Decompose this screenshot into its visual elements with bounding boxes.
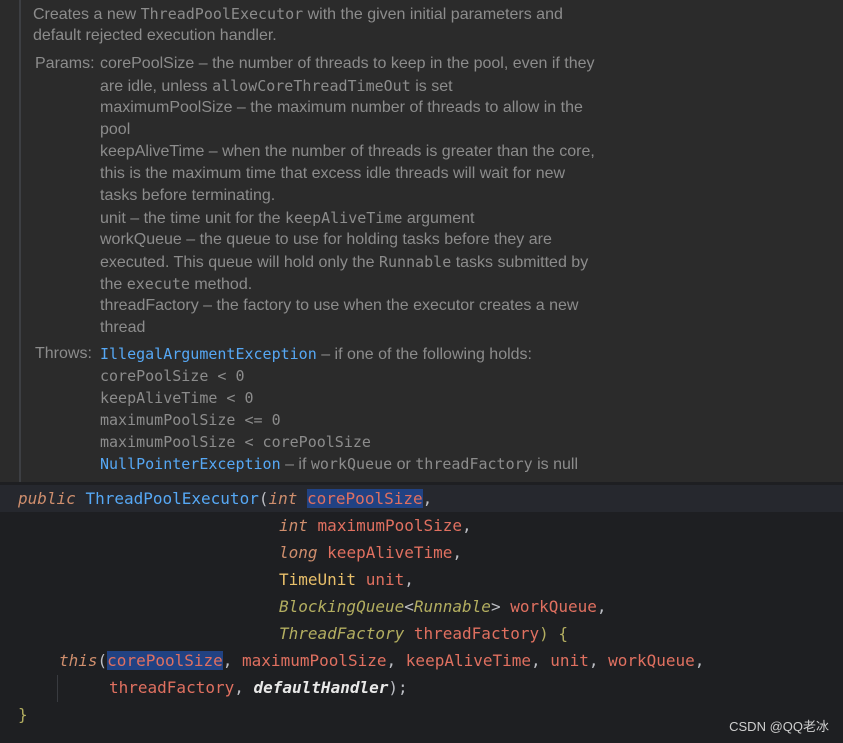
csdn-watermark: CSDN @QQ老冰 [729,719,829,734]
param-line: maximumPoolSize – the maximum number of … [100,99,583,116]
throws-line: NullPointerException – if workQueue or t… [100,455,579,473]
param-line: keepAliveTime – when the number of threa… [100,143,595,160]
throws-label: Throws: [35,345,92,362]
param-line: thread [100,319,146,336]
throws-line: IllegalArgumentException – if one of the… [100,345,532,363]
code-line-4[interactable]: TimeUnit unit, [279,566,414,593]
params-label: Params: [35,55,95,72]
param-line: tasks before terminating. [100,187,276,204]
param-line: are idle, unless allowCoreThreadTimeOut … [100,77,453,95]
doc-code-threadpoolexecutor: ThreadPoolExecutor [140,5,304,23]
code-line-2[interactable]: int maximumPoolSize, [279,512,472,539]
code-line-1[interactable]: public ThreadPoolExecutor(int corePoolSi… [0,485,843,512]
indent-guide [57,675,58,702]
javadoc-popup: Creates a new ThreadPoolExecutor with th… [0,0,843,482]
code-line-5[interactable]: BlockingQueue<Runnable> workQueue, [279,593,607,620]
highlighted-param: corePoolSize [107,651,223,670]
doc-intro-line-2: default rejected execution handler. [33,27,277,44]
params-list: corePoolSize – the number of threads to … [100,53,660,339]
doc-intro-line-1: Creates a new ThreadPoolExecutor with th… [33,5,563,23]
condition-line: maximumPoolSize < corePoolSize [100,433,371,451]
code-line-3[interactable]: long keepAliveTime, [279,539,462,566]
condition-line: corePoolSize < 0 [100,367,245,385]
condition-line: maximumPoolSize <= 0 [100,411,281,429]
param-line: the execute method. [100,275,253,293]
throws-list: IllegalArgumentException – if one of the… [100,343,660,475]
illegal-argument-exception-link[interactable]: IllegalArgumentException [100,345,317,363]
highlighted-param: corePoolSize [307,489,423,508]
param-line: unit – the time unit for the keepAliveTi… [100,209,475,227]
null-pointer-exception-link[interactable]: NullPointerException [100,455,281,473]
param-line: corePoolSize – the number of threads to … [100,55,595,72]
code-line-7[interactable]: this(corePoolSize, maximumPoolSize, keep… [59,647,704,674]
code-line-9[interactable]: } [18,701,28,728]
doc-gutter-bar [19,0,21,482]
code-editor[interactable]: public ThreadPoolExecutor(int corePoolSi… [0,484,843,743]
param-line: this is the maximum time that excess idl… [100,165,566,182]
param-line: pool [100,121,131,138]
param-line: threadFactory – the factory to use when … [100,297,579,314]
param-line: executed. This queue will hold only the … [100,253,589,271]
param-line: workQueue – the queue to use for holding… [100,231,552,248]
code-line-8[interactable]: threadFactory, defaultHandler); [109,674,408,701]
condition-line: keepAliveTime < 0 [100,389,254,407]
code-line-6[interactable]: ThreadFactory threadFactory) { [279,620,568,647]
